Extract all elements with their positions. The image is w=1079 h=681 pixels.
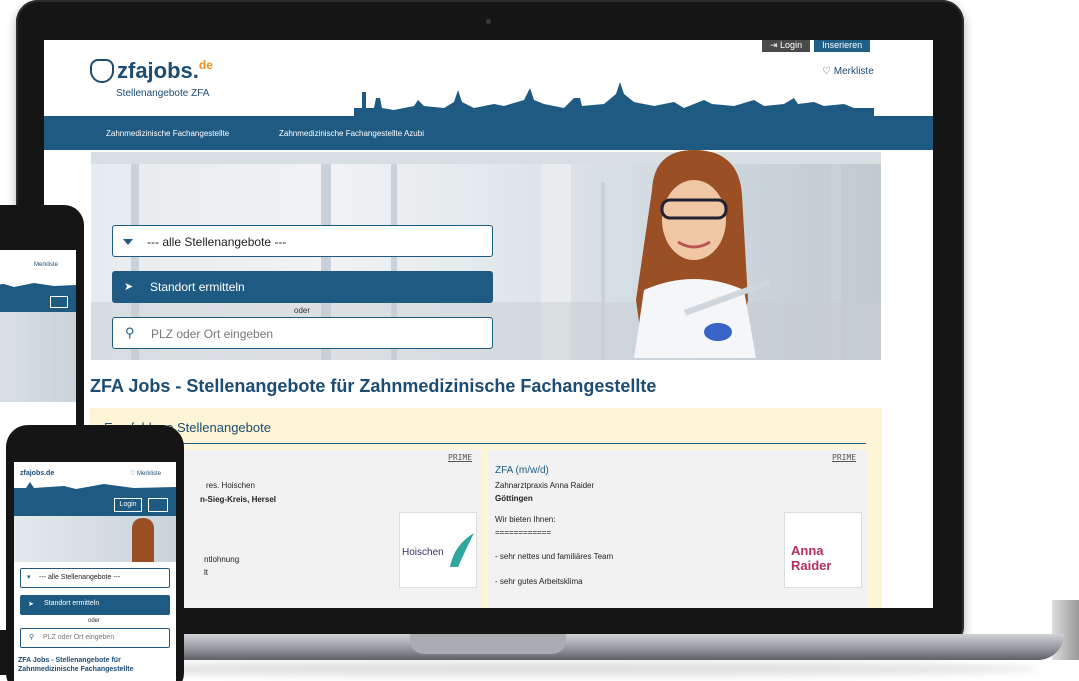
phone-logo[interactable]: zfajobs.de <box>20 470 54 477</box>
camera-dot <box>486 19 491 24</box>
nav-item-zfa-azubi[interactable]: Zahnmedizinische Fachangestellte Azubi <box>279 129 424 138</box>
menu-icon[interactable] <box>50 296 68 308</box>
employer-logo: Anna Raider <box>784 512 862 588</box>
locate-label: Standort ermitteln <box>150 280 245 294</box>
phone-location-input[interactable]: ⚲ PLZ oder Ort eingeben <box>20 628 170 648</box>
main-nav: Zahnmedizinische Fachangestellte Zahnmed… <box>44 116 933 150</box>
phone-merkliste-label: Merkliste <box>137 471 162 477</box>
job-location: n-Sieg-Kreis, Hersel <box>200 495 277 504</box>
phone-category-value: --- alle Stellenangebote --- <box>39 574 121 581</box>
logo-main: zfajobs. <box>117 58 199 83</box>
phone-category-select[interactable]: ▾ --- alle Stellenangebote --- <box>20 568 170 588</box>
job-text-line: lt <box>204 568 208 577</box>
caret-down-icon: ▾ <box>27 574 31 581</box>
laptop-notch <box>410 634 566 654</box>
leaf-logo-icon <box>450 533 474 567</box>
featured-divider <box>104 443 866 444</box>
login-label: Login <box>780 40 803 50</box>
login-icon: ⇥ <box>770 40 781 50</box>
locate-button[interactable]: ➤ Standort ermitteln <box>112 271 493 303</box>
logo-tld: de <box>198 58 213 72</box>
phone-merkliste[interactable]: Merkliste <box>34 262 58 268</box>
merkliste-link[interactable]: ♡ Merkliste <box>822 66 874 77</box>
city-skyline-graphic <box>354 82 874 116</box>
phone-skyline-graphic <box>14 482 176 494</box>
phone-hero <box>0 312 76 402</box>
site-logo[interactable]: zfajobs.de <box>117 58 213 84</box>
phone-front-screen: zfajobs.de ♡ Merkliste Login ▾ --- alle … <box>14 462 176 681</box>
menu-icon[interactable] <box>148 498 168 512</box>
job-title[interactable]: ZFA (m/w/d) <box>495 465 549 476</box>
location-arrow-icon: ➤ <box>28 601 34 608</box>
phone-hero <box>14 516 176 562</box>
phone-page-title: ZFA Jobs - Stellenangebote für Zahnmediz… <box>18 657 134 673</box>
job-bullet: - sehr nettes und familiäres Team <box>495 552 614 561</box>
location-input[interactable]: ⚲ PLZ oder Ort eingeben <box>112 317 493 349</box>
phone-locate-button[interactable]: ➤ Standort ermitteln <box>20 595 170 615</box>
category-select[interactable]: --- alle Stellenangebote --- <box>112 225 493 257</box>
tooth-logo-icon <box>90 59 114 83</box>
hero-person-image <box>634 150 771 358</box>
login-button[interactable]: ⇥ Login <box>762 40 811 52</box>
top-buttons: ⇥ Login Inserieren <box>762 40 871 52</box>
employer-logo-text: Anna Raider <box>791 543 832 573</box>
page-title: ZFA Jobs - Stellenangebote für Zahnmediz… <box>90 376 657 396</box>
phone-location-placeholder: PLZ oder Ort eingeben <box>43 634 115 641</box>
map-pin-icon: ⚲ <box>29 634 35 641</box>
or-label: oder <box>294 306 311 315</box>
prime-badge: PRIME <box>448 453 473 462</box>
job-intro: Wir bieten Ihnen: <box>495 515 556 524</box>
job-location: Göttingen <box>495 494 533 503</box>
caret-down-icon <box>123 239 133 245</box>
insert-button[interactable]: Inserieren <box>814 40 871 52</box>
phone-skyline-graphic <box>0 283 76 292</box>
employer-logo-text: Hoischen <box>402 547 444 558</box>
phone-hero-person <box>132 518 154 562</box>
phone-or-label: oder <box>88 618 101 624</box>
job-separator: ============ <box>495 528 552 537</box>
job-text-line: ntlohnung <box>204 555 240 564</box>
laptop-shadow <box>40 662 1040 676</box>
heart-icon: ♡ <box>130 471 138 477</box>
category-select-value: --- alle Stellenangebote --- <box>147 235 287 249</box>
employer-logo: Hoischen <box>399 512 477 588</box>
job-employer: Zahnarztpraxis Anna Raider <box>495 481 595 490</box>
job-employer: res. Hoischen <box>206 481 255 490</box>
job-bullet: - sehr gutes Arbeitsklima <box>495 577 583 586</box>
location-placeholder: PLZ oder Ort eingeben <box>151 327 274 341</box>
map-pin-icon: ⚲ <box>125 325 135 340</box>
heart-icon: ♡ <box>822 66 834 77</box>
merkliste-label: Merkliste <box>833 66 874 77</box>
phone-nav-bar: Login <box>14 494 176 516</box>
nav-item-zfa[interactable]: Zahnmedizinische Fachangestellte <box>106 129 229 138</box>
phone-merkliste[interactable]: ♡ Merkliste <box>130 470 161 477</box>
phone-locate-label: Standort ermitteln <box>44 600 100 607</box>
site-tagline: Stellenangebote ZFA <box>116 88 210 99</box>
location-arrow-icon: ➤ <box>124 281 134 293</box>
prime-badge: PRIME <box>832 453 857 462</box>
phone-login-button[interactable]: Login <box>114 498 142 512</box>
phone-nav-bar <box>0 292 76 312</box>
